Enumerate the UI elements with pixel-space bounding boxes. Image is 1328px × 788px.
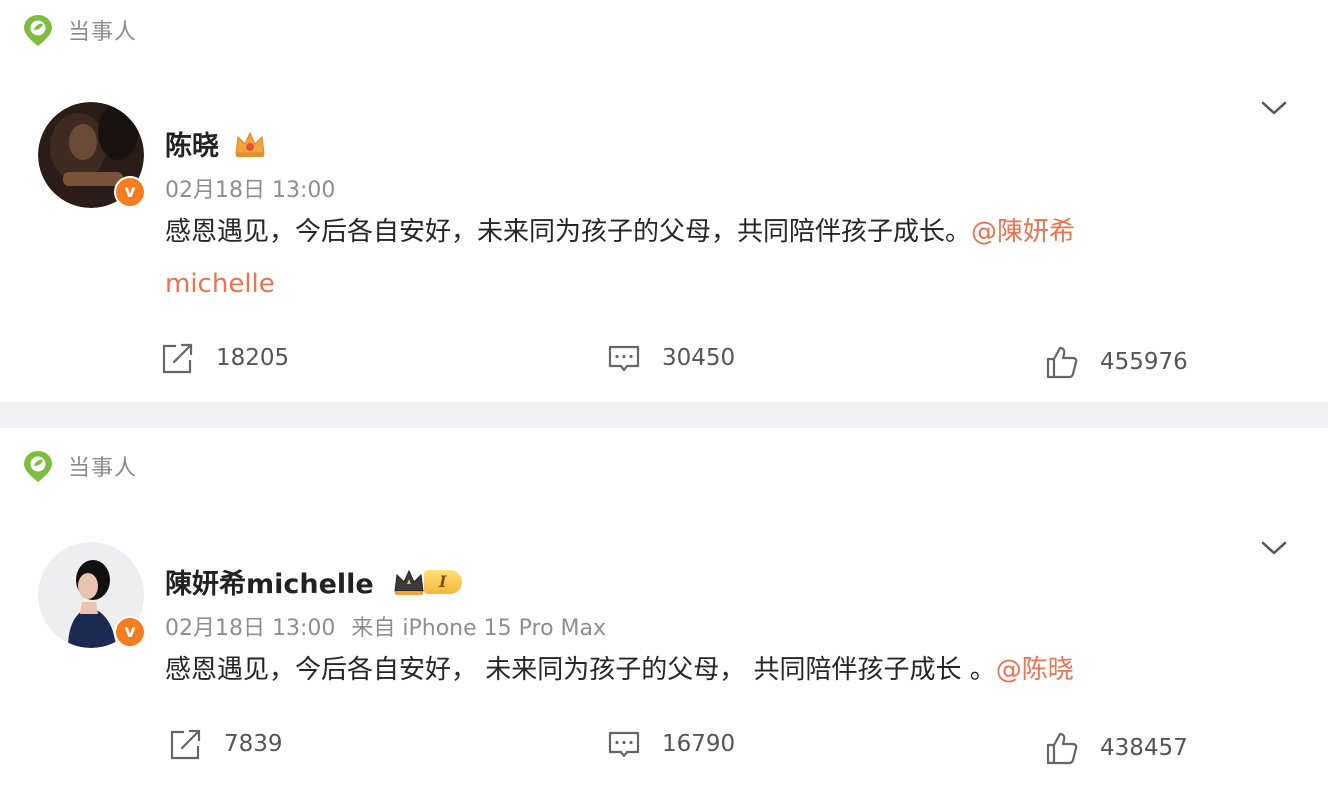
location-pin-icon [24,15,52,46]
mention-link-cont[interactable]: michelle [165,269,275,299]
verified-badge: v [114,176,146,208]
mention-link[interactable]: @陳妍希 [971,217,1075,247]
action-bar: 7839 16790 438457 [0,726,1328,766]
post-time[interactable]: 02月18日 13:00 [165,178,335,203]
party-tag: 当事人 [20,448,137,484]
comment-count: 16790 [662,731,736,757]
post-content: 感恩遇见，今后各自安好， 未来同为孩子的父母， 共同陪伴孩子成长 。@陈晓 [165,644,1225,696]
like-count: 438457 [1100,735,1188,761]
like-count: 455976 [1100,349,1188,375]
avatar[interactable]: v [38,542,146,648]
comment-button[interactable]: 16790 [606,726,735,762]
crown-icon [235,131,265,157]
post-text: 感恩遇见，今后各自安好，未来同为孩子的父母，共同陪伴孩子成长。 [165,217,972,247]
like-button[interactable]: 438457 [1044,730,1188,766]
tag-label: 当事人 [68,20,138,45]
post-source: 来自 iPhone 15 Pro Max [351,616,607,641]
username[interactable]: 陳妍希michelle [165,562,374,601]
action-bar: 18205 30450 455976 [0,340,1328,380]
chevron-down-icon[interactable] [1260,98,1288,118]
post-card-1: 当事人 v 陈晓 02月18日 13:00 感恩遇见，今后各自安好，未来同为孩子… [0,0,1328,402]
member-badge: I [392,567,462,597]
post-card-2: 当事人 v 陳妍希michelle I 02月18日 13:00 来自 iPho… [0,428,1328,788]
like-icon [1046,732,1078,765]
mention-link[interactable]: @陈晓 [996,655,1074,685]
repost-button[interactable]: 7839 [168,726,283,762]
post-content: 感恩遇见，今后各自安好，未来同为孩子的父母，共同陪伴孩子成长。@陳妍希 mich… [165,206,1225,310]
level-badge: I [423,569,462,594]
comment-count: 30450 [662,345,736,371]
post-divider [0,402,1328,428]
tag-label: 当事人 [68,456,138,481]
repost-button[interactable]: 18205 [160,340,289,376]
comment-button[interactable]: 30450 [606,340,735,376]
repost-count: 7839 [224,731,283,757]
party-tag: 当事人 [20,12,137,48]
chevron-down-icon[interactable] [1260,538,1288,558]
verified-badge: v [114,616,146,648]
location-pin-icon [24,451,52,482]
like-button[interactable]: 455976 [1044,344,1188,380]
crown-icon [394,569,424,595]
name-row: 陈晓 [165,124,267,163]
post-text: 感恩遇见，今后各自安好， 未来同为孩子的父母， 共同陪伴孩子成长 。 [165,655,996,685]
post-meta: 02月18日 13:00 来自 iPhone 15 Pro Max [165,610,606,642]
repost-icon [170,729,201,760]
post-meta: 02月18日 13:00 [165,172,335,204]
avatar[interactable]: v [38,102,146,208]
username[interactable]: 陈晓 [165,124,219,163]
comment-icon [608,731,640,758]
repost-icon [162,343,193,374]
like-icon [1046,346,1078,379]
repost-count: 18205 [216,345,290,371]
comment-icon [608,345,640,372]
post-time[interactable]: 02月18日 13:00 [165,616,335,641]
name-row: 陳妍希michelle I [165,562,462,601]
